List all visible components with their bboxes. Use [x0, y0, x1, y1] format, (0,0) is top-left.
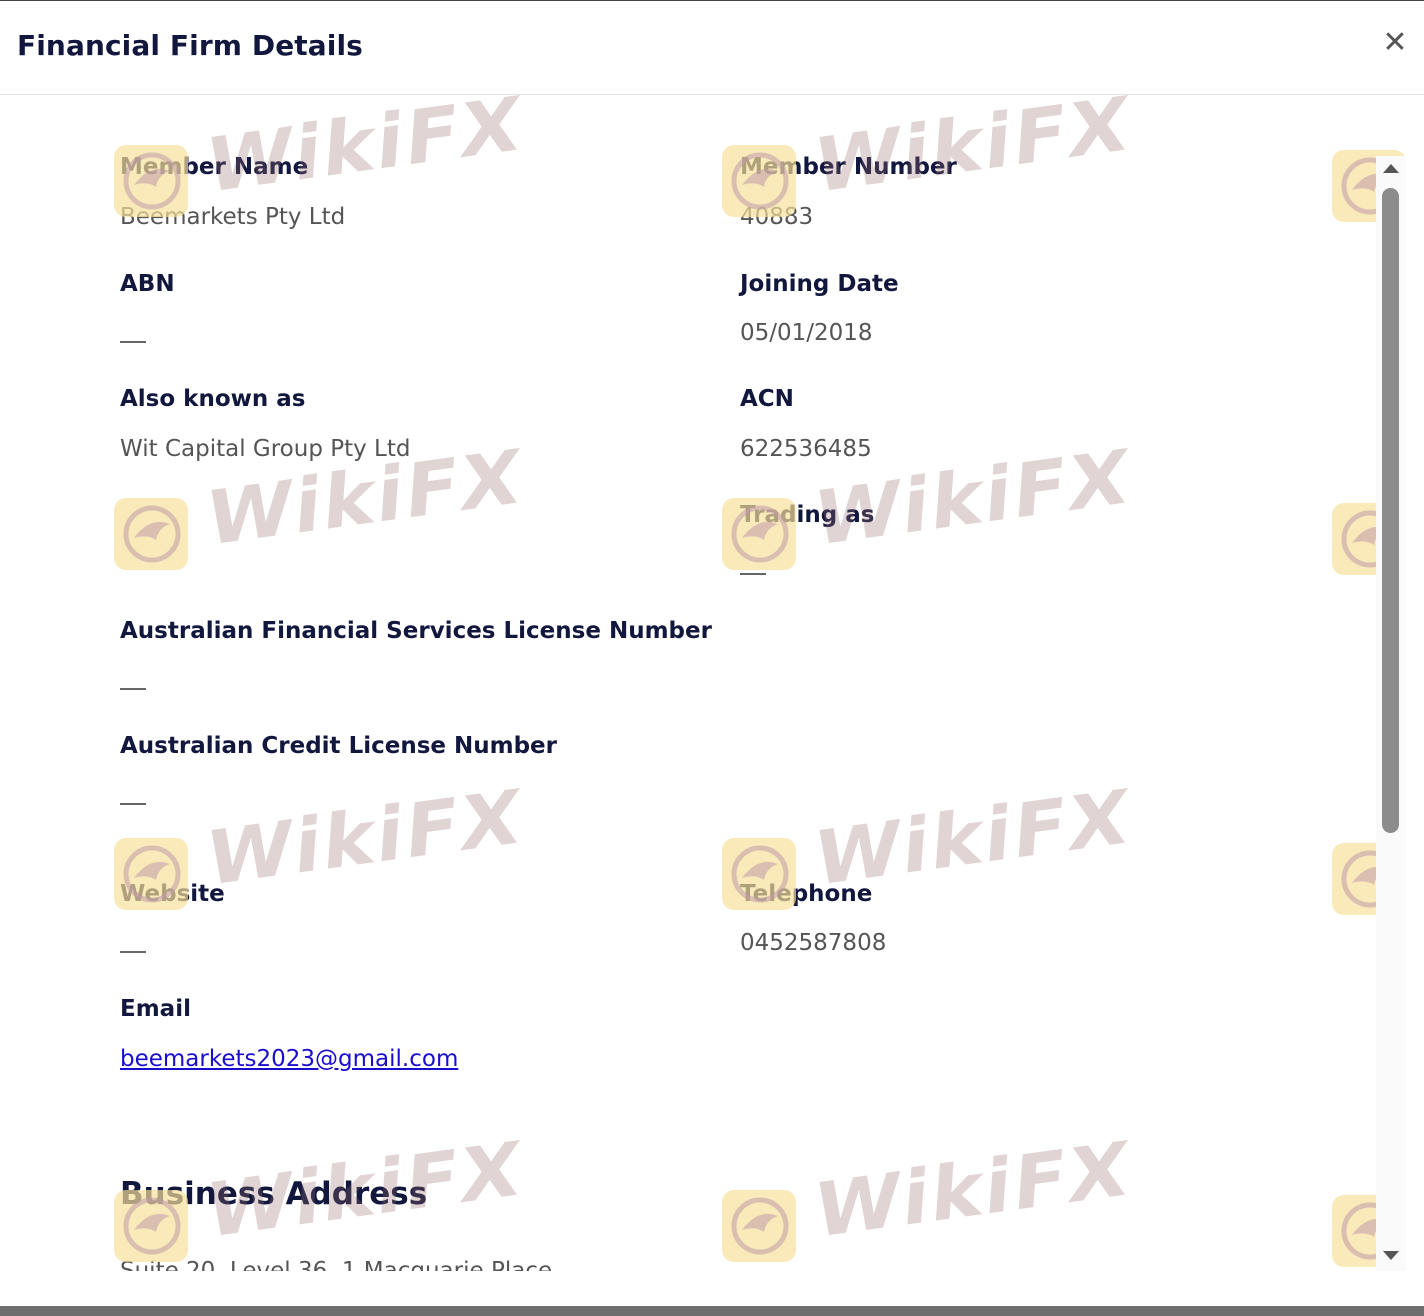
member-number-label: Member Number [740, 154, 957, 180]
scroll-down-arrow-icon[interactable] [1383, 1251, 1399, 1260]
telephone-value: 0452587808 [740, 930, 887, 956]
scroll-up-arrow-icon[interactable] [1383, 164, 1399, 173]
modal-body: Member Name Beemarkets Pty Ltd Member Nu… [0, 96, 1376, 1271]
financial-firm-details-modal: Financial Firm Details ✕ Member Name Bee… [0, 1, 1424, 1306]
acl-number-value [120, 803, 146, 805]
bottom-backdrop [0, 1306, 1424, 1316]
joining-date-value: 05/01/2018 [740, 320, 873, 346]
member-name-value: Beemarkets Pty Ltd [120, 204, 346, 230]
also-known-as-label: Also known as [120, 386, 306, 412]
modal-title: Financial Firm Details [17, 29, 363, 62]
also-known-as-value: Wit Capital Group Pty Ltd [120, 436, 411, 462]
afsl-number-value [120, 688, 146, 690]
email-label: Email [120, 996, 191, 1022]
close-icon[interactable]: ✕ [1376, 23, 1414, 61]
business-address-line: Suite 20, Level 36, 1 Macquarie Place [120, 1258, 553, 1271]
trading-as-value [740, 573, 766, 575]
acn-value: 622536485 [740, 436, 872, 462]
scrollbar-thumb[interactable] [1382, 188, 1399, 833]
website-label: Website [120, 881, 225, 907]
website-value [120, 951, 146, 953]
telephone-label: Telephone [740, 881, 873, 907]
abn-value [120, 341, 146, 343]
member-name-label: Member Name [120, 154, 309, 180]
email-link[interactable]: beemarkets2023@gmail.com [120, 1046, 458, 1072]
business-address-heading: Business Address [120, 1176, 428, 1212]
acn-label: ACN [740, 386, 794, 412]
acl-number-label: Australian Credit License Number [120, 733, 557, 759]
trading-as-label: Trading as [740, 502, 875, 528]
abn-label: ABN [120, 271, 175, 297]
modal-header: Financial Firm Details ✕ [0, 1, 1424, 95]
afsl-number-label: Australian Financial Services License Nu… [120, 618, 712, 644]
joining-date-label: Joining Date [740, 271, 899, 297]
member-number-value: 40883 [740, 204, 814, 230]
